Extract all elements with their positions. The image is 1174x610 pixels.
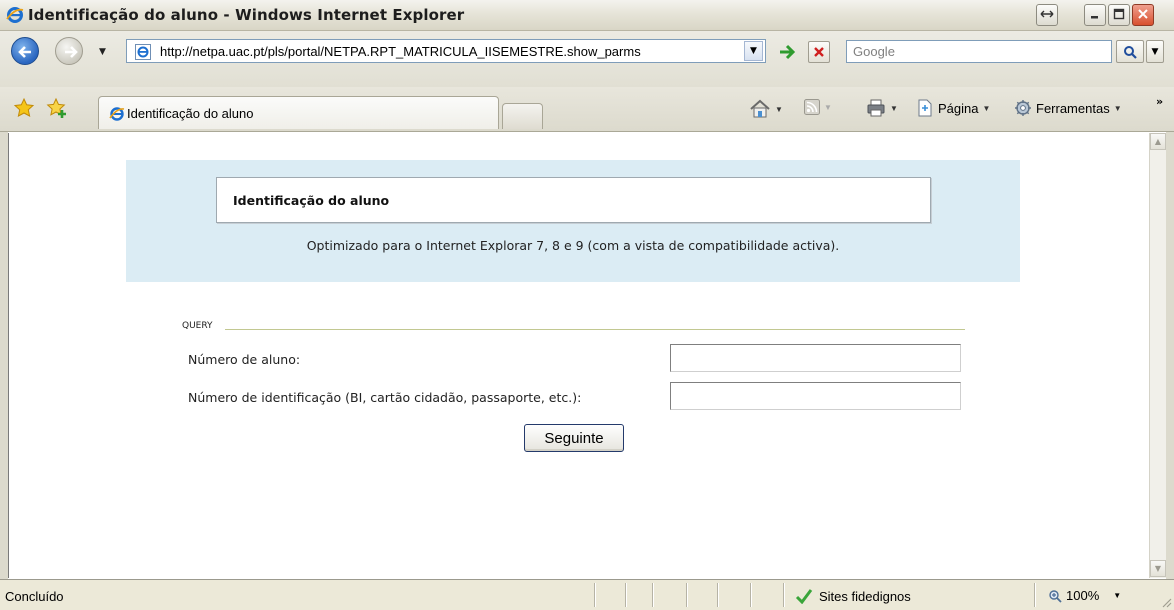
add-to-favorites-button[interactable] bbox=[45, 96, 69, 123]
status-divider bbox=[717, 583, 718, 607]
student-number-label: Número de aluno: bbox=[188, 352, 301, 367]
zoom-icon bbox=[1049, 589, 1062, 603]
scroll-up-arrow-icon[interactable]: ▲ bbox=[1150, 133, 1166, 150]
back-button[interactable] bbox=[11, 37, 39, 65]
address-field[interactable]: http://netpa.uac.pt/pls/portal/NETPA.RPT… bbox=[126, 39, 766, 63]
chevron-down-icon: ▼ bbox=[824, 102, 832, 112]
favorites-center-button[interactable] bbox=[13, 97, 35, 122]
status-divider bbox=[686, 583, 687, 607]
maximize-button[interactable] bbox=[1108, 4, 1130, 26]
query-section-label: QUERY bbox=[182, 321, 213, 331]
maximize-icon bbox=[1113, 8, 1125, 23]
page-icon bbox=[135, 44, 151, 63]
close-icon bbox=[1137, 8, 1149, 23]
tab-label: Identificação do aluno bbox=[127, 106, 254, 121]
status-text: Concluído bbox=[5, 589, 64, 604]
status-divider bbox=[625, 583, 626, 607]
vertical-scrollbar[interactable]: ▲ ▼ bbox=[1149, 133, 1166, 578]
status-divider bbox=[783, 583, 784, 607]
recent-pages-dropdown[interactable]: ▼ bbox=[99, 47, 106, 57]
chevron-down-icon: ▼ bbox=[982, 103, 991, 113]
minimize-button[interactable] bbox=[1084, 4, 1106, 26]
printer-icon bbox=[867, 99, 885, 117]
next-button[interactable]: Seguinte bbox=[524, 424, 624, 452]
student-number-input[interactable] bbox=[670, 344, 961, 372]
restore-size-button[interactable] bbox=[1036, 4, 1058, 26]
chevron-down-icon: ▼ bbox=[1113, 591, 1122, 600]
stop-button[interactable] bbox=[808, 41, 830, 63]
compatibility-note: Optimizado para o Internet Explorar 7, 8… bbox=[306, 238, 840, 253]
stop-icon bbox=[814, 47, 824, 57]
status-bar: Concluído Sites fidedignos 100% ▼ bbox=[0, 579, 1174, 610]
security-zone-label: Sites fidedignos bbox=[819, 588, 911, 604]
chevron-down-icon: ▼ bbox=[890, 103, 898, 113]
forward-arrow-icon bbox=[65, 46, 78, 58]
tab-identificacao-aluno[interactable]: Identificação do aluno bbox=[98, 96, 499, 129]
favorites-star-icon bbox=[13, 97, 35, 117]
chevron-down-icon: ▼ bbox=[775, 104, 783, 114]
page-title: Identificação do aluno bbox=[233, 193, 390, 208]
url-text: http://netpa.uac.pt/pls/portal/NETPA.RPT… bbox=[160, 44, 641, 59]
resize-grip-icon[interactable] bbox=[1160, 596, 1172, 608]
more-commands-chevron-icon[interactable]: » bbox=[1156, 95, 1163, 108]
scroll-down-arrow-icon[interactable]: ▼ bbox=[1150, 560, 1166, 577]
tools-menu-button[interactable]: Ferramentas ▼ bbox=[1014, 99, 1122, 117]
address-toolbar: ▼ http://netpa.uac.pt/pls/portal/NETPA.R… bbox=[0, 31, 1174, 87]
rss-feed-icon bbox=[804, 99, 820, 115]
checkmark-icon bbox=[795, 589, 813, 604]
page-menu-button[interactable]: Página ▼ bbox=[916, 99, 990, 117]
search-icon bbox=[1124, 45, 1137, 59]
page-icon bbox=[918, 99, 932, 117]
address-dropdown[interactable]: ▼ bbox=[744, 41, 763, 61]
window-title: Identificação do aluno - Windows Interne… bbox=[28, 6, 465, 24]
status-divider bbox=[750, 583, 751, 607]
tab-command-bar: Identificação do aluno ▼ ▼ ▼ Página ▼ Fe… bbox=[0, 87, 1174, 132]
page-menu-label: Página bbox=[938, 100, 979, 116]
feeds-button[interactable]: ▼ bbox=[804, 99, 832, 115]
home-button[interactable]: ▼ bbox=[749, 99, 783, 119]
window-frame-right bbox=[1166, 132, 1174, 579]
status-divider bbox=[594, 583, 595, 607]
go-arrow-icon bbox=[780, 44, 796, 60]
window-title-bar: Identificação do aluno - Windows Interne… bbox=[0, 0, 1174, 31]
back-arrow-icon bbox=[18, 46, 31, 58]
zoom-control[interactable]: 100% ▼ bbox=[1048, 588, 1121, 603]
search-input[interactable]: Google bbox=[846, 40, 1112, 63]
chevron-down-icon: ▼ bbox=[750, 46, 757, 56]
window-frame-left bbox=[0, 132, 8, 579]
gear-icon bbox=[1015, 100, 1031, 116]
ie-logo-icon bbox=[6, 6, 24, 27]
ie-tab-icon bbox=[109, 106, 125, 125]
id-number-label: Número de identificação (BI, cartão cida… bbox=[188, 390, 582, 405]
new-tab-button[interactable] bbox=[502, 103, 543, 129]
id-number-input[interactable] bbox=[670, 382, 961, 410]
resize-arrows-icon bbox=[1040, 8, 1054, 22]
status-divider bbox=[652, 583, 653, 607]
add-favorite-icon bbox=[46, 97, 66, 118]
close-window-button[interactable] bbox=[1132, 4, 1154, 26]
page-title-card: Identificação do aluno bbox=[216, 177, 931, 223]
minimize-icon bbox=[1089, 8, 1101, 23]
zoom-level: 100% bbox=[1066, 588, 1100, 603]
page-header-banner: Identificação do aluno Optimizado para o… bbox=[126, 160, 1020, 282]
print-button[interactable]: ▼ bbox=[866, 99, 898, 117]
search-button[interactable] bbox=[1116, 40, 1144, 63]
go-button[interactable] bbox=[776, 41, 798, 63]
chevron-down-icon: ▼ bbox=[1113, 103, 1122, 113]
query-section-divider bbox=[225, 329, 965, 330]
forward-button[interactable] bbox=[55, 37, 83, 65]
home-icon bbox=[750, 99, 770, 118]
tools-menu-label: Ferramentas bbox=[1036, 100, 1110, 116]
status-divider bbox=[1034, 583, 1035, 607]
security-zone[interactable]: Sites fidedignos bbox=[795, 588, 911, 604]
search-options-dropdown[interactable]: ▼ bbox=[1146, 40, 1164, 63]
